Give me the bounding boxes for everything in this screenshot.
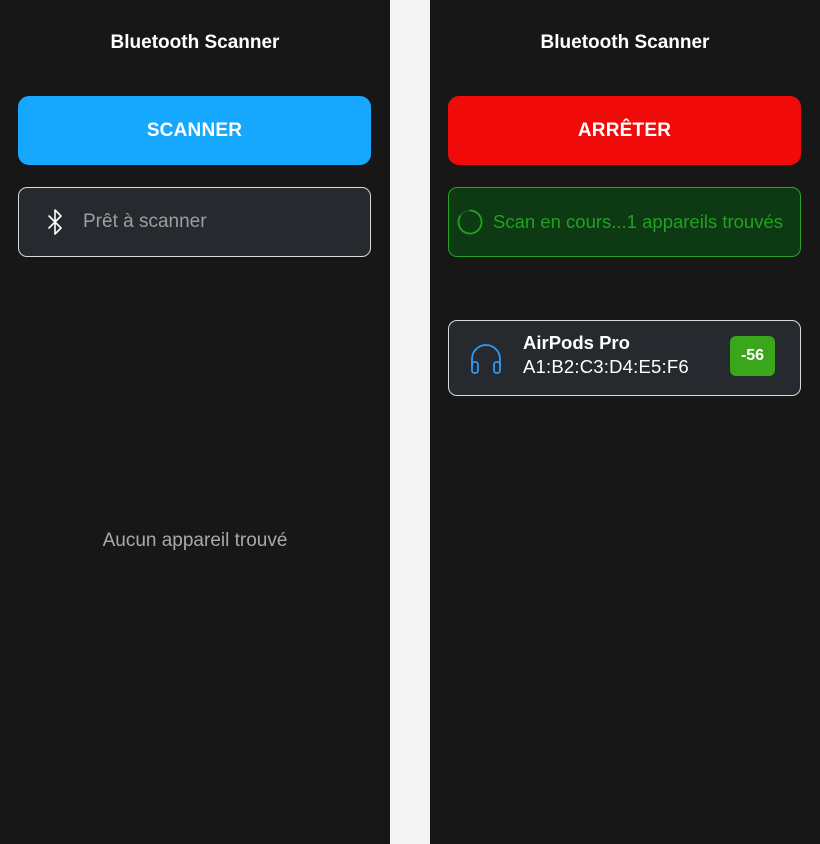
status-panel: Scan en cours...1 appareils trouvés [448,187,801,257]
status-panel: Prêt à scanner [18,187,371,257]
page-title: Bluetooth Scanner [540,32,710,53]
status-text: Scan en cours...1 appareils trouvés [493,211,783,232]
device-name: AirPods Pro [523,332,630,353]
app-stage: Bluetooth Scanner SCANNER Prêt à scanner… [0,0,820,844]
screen-scanning: Bluetooth Scanner ARRÊTER Scan en cours.… [430,0,820,844]
headphones-icon [469,343,503,375]
spinner-icon [457,209,483,235]
empty-state-message: Aucun appareil trouvé [102,530,288,551]
rssi-badge: -56 [730,336,775,376]
bluetooth-icon [43,208,67,236]
stop-button[interactable]: ARRÊTER [448,96,801,165]
status-text: Prêt à scanner [83,211,207,232]
scan-button[interactable]: SCANNER [18,96,371,165]
page-title: Bluetooth Scanner [110,32,280,53]
screen-idle: Bluetooth Scanner SCANNER Prêt à scanner… [0,0,390,844]
device-list-item[interactable]: AirPods Pro A1:B2:C3:D4:E5:F6 -56 [448,320,801,396]
device-mac-address: A1:B2:C3:D4:E5:F6 [523,356,689,377]
